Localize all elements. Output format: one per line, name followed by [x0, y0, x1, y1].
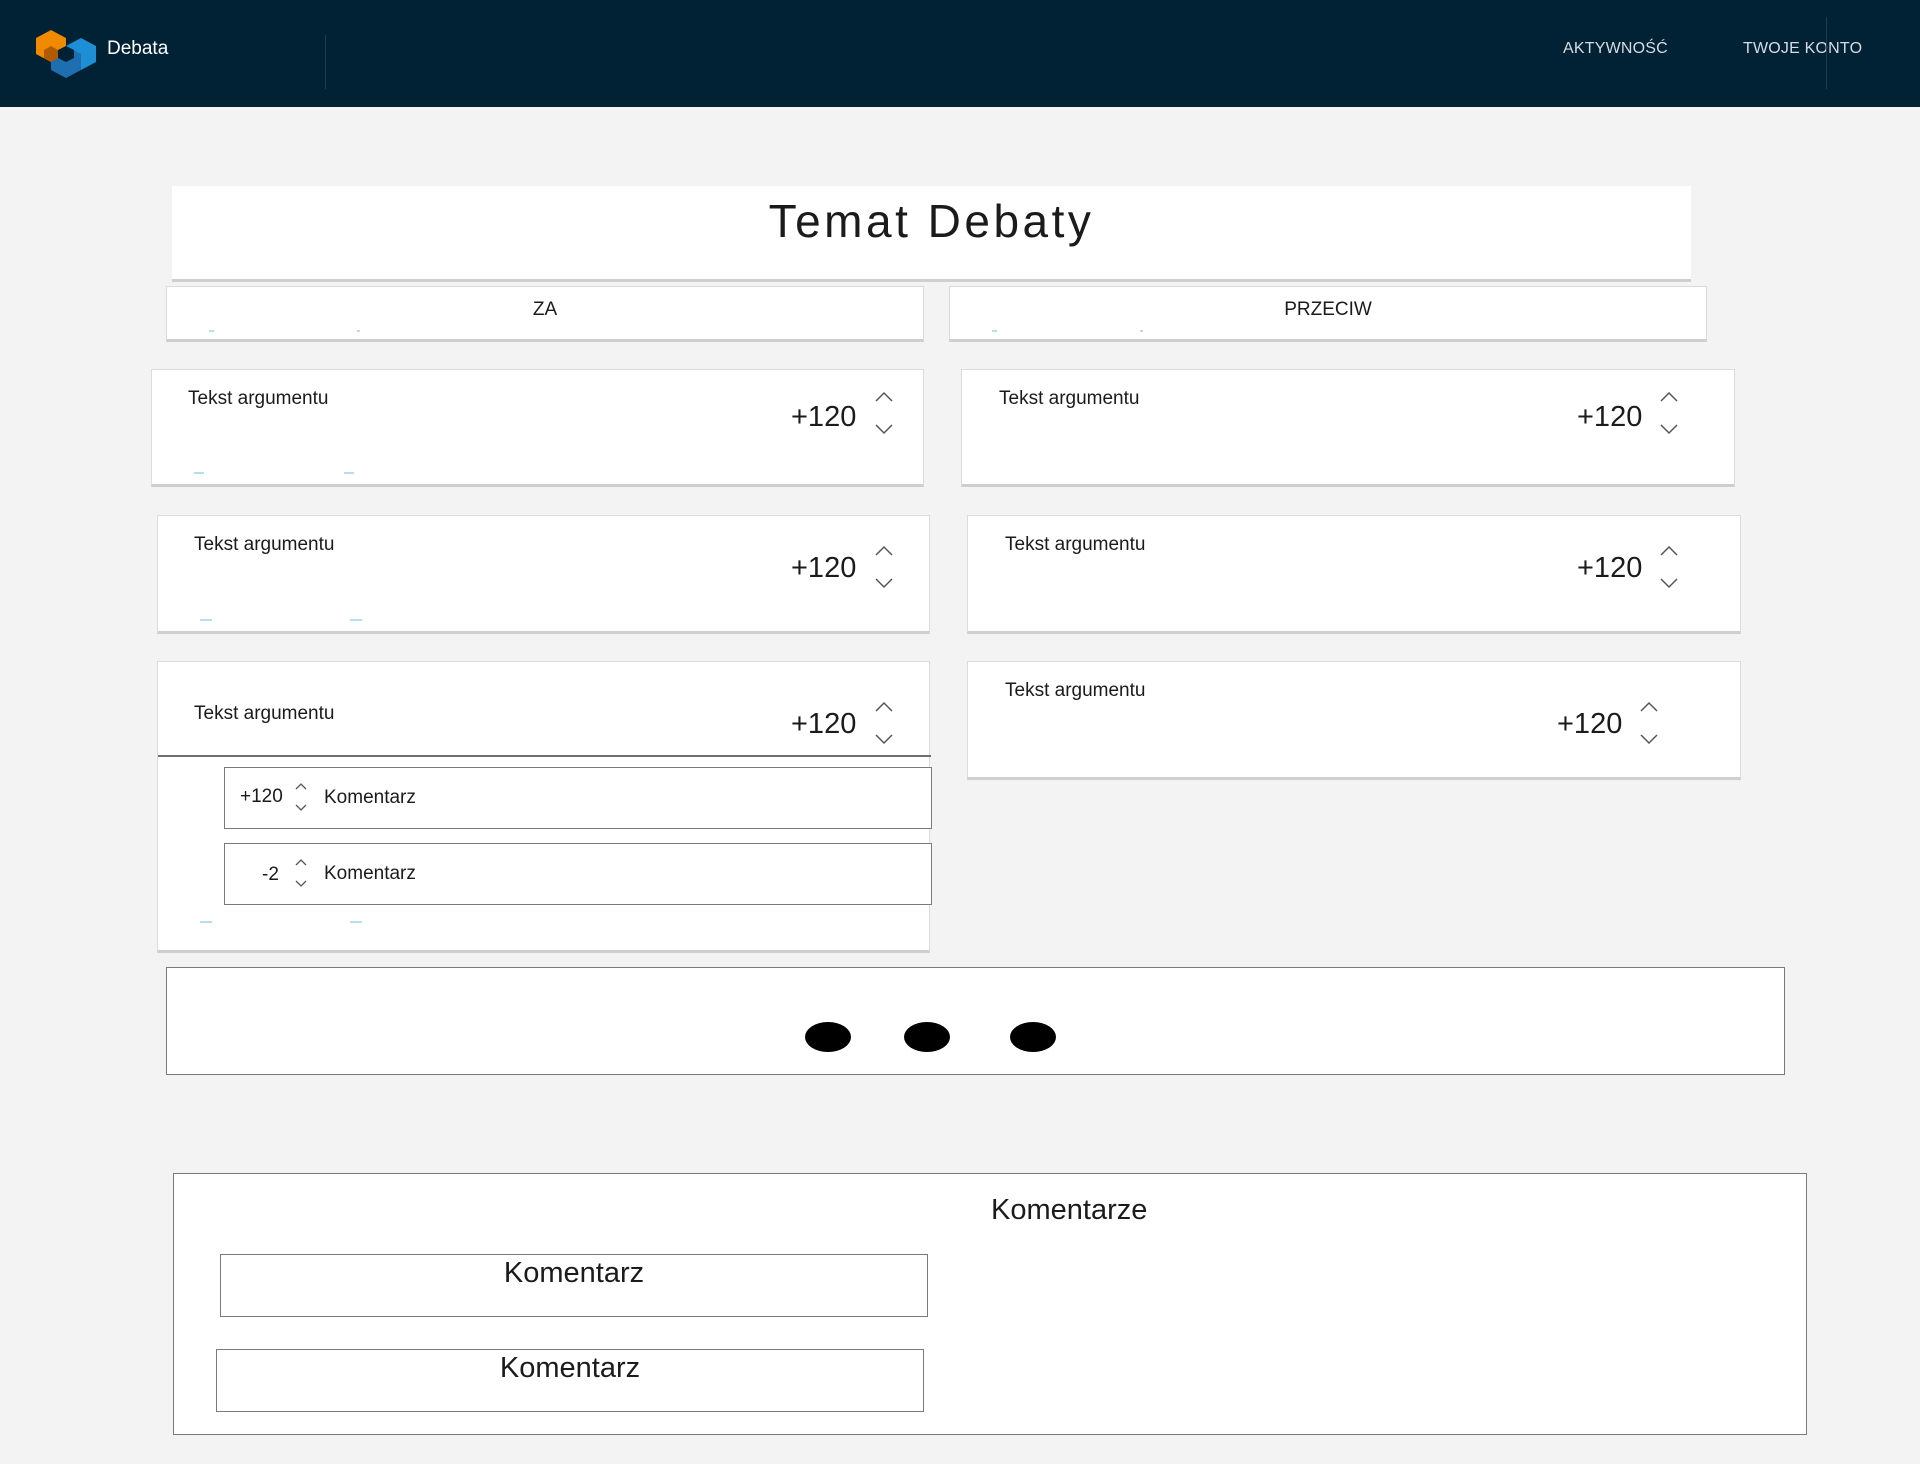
comments-separator [158, 755, 931, 757]
comment-vote-controls [294, 780, 308, 816]
argument-text: Tekst argumentu [999, 388, 1140, 409]
argument-score: +120 [1577, 401, 1643, 433]
loading-dot [805, 1022, 851, 1052]
vote-controls [1657, 387, 1681, 441]
argument-text: Tekst argumentu [1005, 680, 1146, 701]
comment-text: Komentarz [324, 787, 416, 808]
upvote-chevron-icon[interactable] [872, 697, 896, 719]
decorative-dashes [194, 472, 354, 474]
argument-score: +120 [791, 552, 857, 584]
tab-za[interactable]: ZA [166, 286, 924, 342]
tab-za-label: ZA [532, 299, 558, 320]
vote-controls [1637, 697, 1661, 751]
argument-score: +120 [1577, 552, 1643, 584]
comments-heading: Komentarze [991, 1194, 1148, 1226]
debate-title: Temat Debaty [768, 195, 1095, 247]
comment-box[interactable]: Komentarz [220, 1254, 928, 1317]
decorative-dashes [209, 330, 360, 332]
decorative-dashes [992, 330, 1143, 332]
comment-text: Komentarz [324, 863, 416, 884]
loading-dot [904, 1022, 950, 1052]
vote-controls [872, 387, 896, 441]
loading-indicator [166, 967, 1785, 1075]
argument-text: Tekst argumentu [1005, 534, 1146, 555]
brand-name[interactable]: Debata [107, 38, 168, 60]
header-divider [1826, 17, 1827, 89]
argument-card-za[interactable]: Tekst argumentu +120 [157, 515, 930, 634]
comment-score: +120 [240, 786, 283, 807]
tab-przeciw[interactable]: PRZECIW [949, 286, 1707, 342]
tab-przeciw-label: PRZECIW [1284, 299, 1372, 320]
downvote-chevron-icon[interactable] [872, 417, 896, 439]
downvote-chevron-icon[interactable] [1637, 727, 1661, 749]
argument-score: +120 [791, 708, 857, 740]
debata-logo-icon[interactable] [36, 28, 96, 80]
argument-card-za-expanded[interactable]: Tekst argumentu +120 +120 Komentarz -2 K… [157, 661, 932, 953]
argument-text: Tekst argumentu [188, 388, 329, 409]
downvote-chevron-icon[interactable] [1657, 571, 1681, 593]
comment-box[interactable]: Komentarz [216, 1349, 924, 1412]
downvote-chevron-icon[interactable] [294, 876, 308, 890]
downvote-chevron-icon[interactable] [294, 800, 308, 814]
decorative-dashes [200, 921, 362, 923]
comment-score: -2 [262, 864, 279, 885]
downvote-chevron-icon[interactable] [1657, 417, 1681, 439]
vote-controls [1657, 541, 1681, 595]
argument-card-przeciw[interactable]: Tekst argumentu +120 [967, 515, 1741, 634]
argument-comment[interactable]: -2 Komentarz [224, 843, 932, 905]
argument-card-przeciw[interactable]: Tekst argumentu +120 [961, 369, 1735, 487]
vote-controls [872, 541, 896, 595]
upvote-chevron-icon[interactable] [1657, 387, 1681, 409]
header-divider [325, 35, 326, 89]
nav-link-your-account[interactable]: TWOJE KONTO [1743, 40, 1862, 58]
upvote-chevron-icon[interactable] [872, 541, 896, 563]
nav-link-activity[interactable]: AKTYWNOŚĆ [1563, 40, 1668, 58]
loading-dot [1010, 1022, 1056, 1052]
argument-score: +120 [791, 401, 857, 433]
upvote-chevron-icon[interactable] [1657, 541, 1681, 563]
upvote-chevron-icon[interactable] [872, 387, 896, 409]
upvote-chevron-icon[interactable] [294, 780, 308, 794]
comment-vote-controls [294, 856, 308, 892]
argument-score: +120 [1557, 708, 1623, 740]
vote-controls [872, 697, 896, 751]
argument-card-za[interactable]: Tekst argumentu +120 [151, 369, 924, 487]
decorative-dashes [200, 619, 362, 621]
argument-comment[interactable]: +120 Komentarz [224, 767, 932, 829]
downvote-chevron-icon[interactable] [872, 571, 896, 593]
argument-text: Tekst argumentu [194, 534, 335, 555]
argument-card-przeciw[interactable]: Tekst argumentu +120 [967, 661, 1741, 780]
argument-text: Tekst argumentu [194, 703, 335, 724]
debate-title-card: Temat Debaty [172, 186, 1691, 282]
upvote-chevron-icon[interactable] [1637, 697, 1661, 719]
top-navigation-bar: Debata AKTYWNOŚĆ TWOJE KONTO [0, 0, 1920, 107]
upvote-chevron-icon[interactable] [294, 856, 308, 870]
downvote-chevron-icon[interactable] [872, 727, 896, 749]
comments-section: Komentarze Komentarz Komentarz [173, 1173, 1807, 1435]
